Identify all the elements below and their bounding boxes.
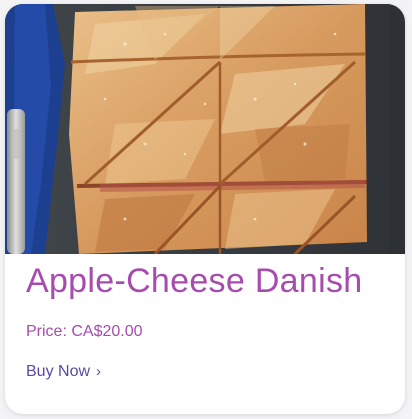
product-title: Apple-Cheese Danish	[26, 262, 363, 300]
buy-now-label: Buy Now	[26, 363, 91, 380]
product-price: Price: CA$20.00	[26, 323, 143, 340]
chevron-right-icon: ›	[96, 363, 102, 380]
buy-now-link[interactable]: Buy Now ›	[26, 363, 101, 381]
product-card[interactable]: Apple-Cheese Danish Price: CA$20.00 Buy …	[5, 4, 405, 414]
product-image[interactable]	[5, 4, 405, 254]
